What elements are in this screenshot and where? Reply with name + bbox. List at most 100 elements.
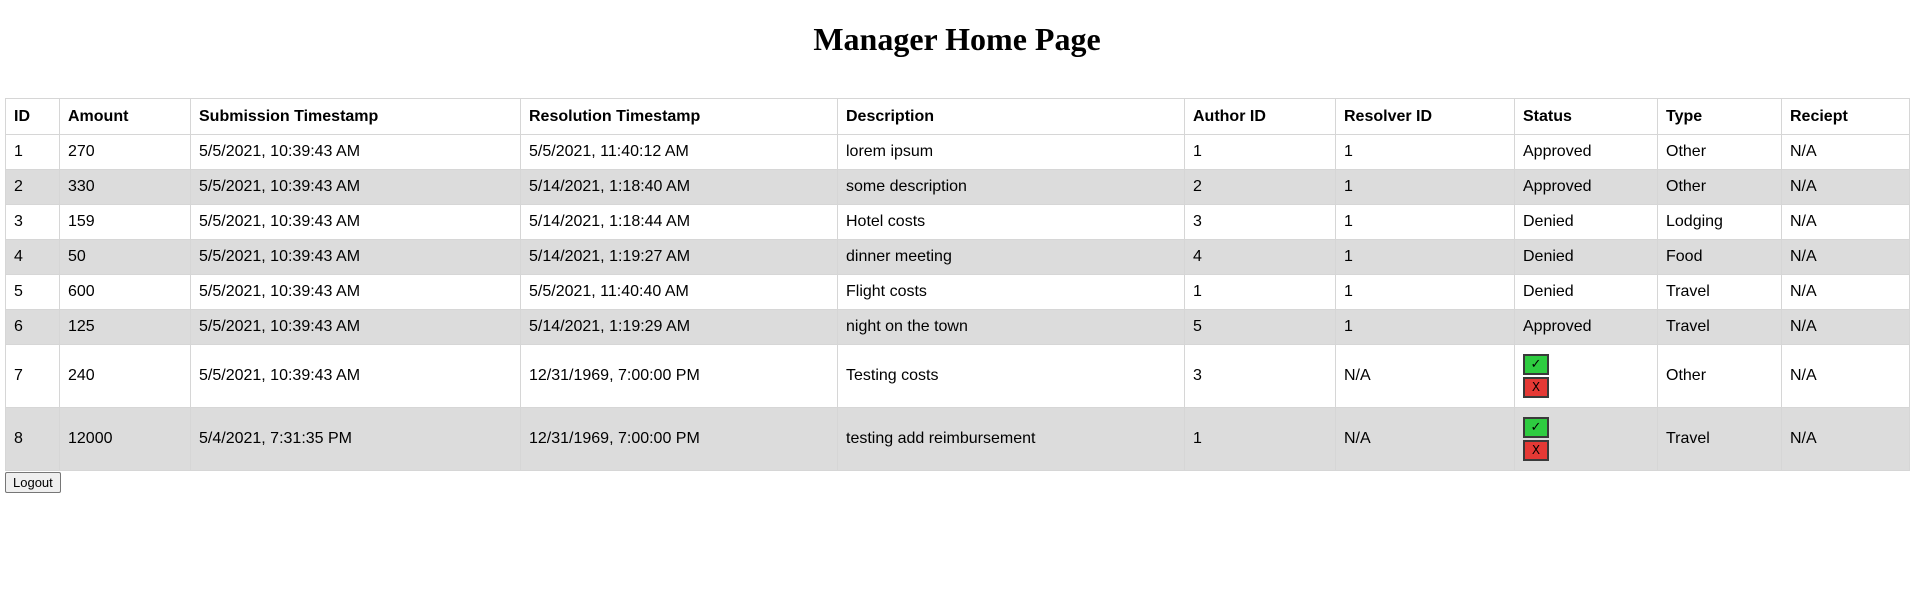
table-row: 5 600 5/5/2021, 10:39:43 AM 5/5/2021, 11… (5, 274, 1910, 310)
cell-status-actions: ✓ X (1514, 344, 1658, 408)
cell-type: Travel (1657, 309, 1782, 345)
cell-receipt: N/A (1781, 407, 1910, 471)
cell-resolved: 12/31/1969, 7:00:00 PM (520, 344, 838, 408)
cell-id: 5 (5, 274, 60, 310)
cell-status: Approved (1514, 134, 1658, 170)
cell-resolved: 12/31/1969, 7:00:00 PM (520, 407, 838, 471)
cell-receipt: N/A (1781, 204, 1910, 240)
deny-button[interactable]: X (1523, 377, 1549, 398)
cell-receipt: N/A (1781, 239, 1910, 275)
cell-status-actions: ✓ X (1514, 407, 1658, 471)
header-description: Description (837, 98, 1185, 135)
table-row: 3 159 5/5/2021, 10:39:43 AM 5/14/2021, 1… (5, 204, 1910, 240)
cell-author: 1 (1184, 274, 1336, 310)
cell-id: 7 (5, 344, 60, 408)
cell-type: Travel (1657, 274, 1782, 310)
cell-resolved: 5/14/2021, 1:19:27 AM (520, 239, 838, 275)
cell-submitted: 5/5/2021, 10:39:43 AM (190, 344, 521, 408)
cell-description: Flight costs (837, 274, 1185, 310)
cell-resolver: 1 (1335, 134, 1515, 170)
cell-status: Denied (1514, 239, 1658, 275)
header-resolution-timestamp: Resolution Timestamp (520, 98, 838, 135)
cell-description: some description (837, 169, 1185, 205)
cell-resolved: 5/14/2021, 1:18:44 AM (520, 204, 838, 240)
page-title: Manager Home Page (813, 21, 1101, 57)
cell-description: Hotel costs (837, 204, 1185, 240)
approve-button[interactable]: ✓ (1523, 417, 1549, 438)
cell-description: dinner meeting (837, 239, 1185, 275)
cell-resolved: 5/5/2021, 11:40:40 AM (520, 274, 838, 310)
table-row: 1 270 5/5/2021, 10:39:43 AM 5/5/2021, 11… (5, 134, 1910, 170)
cell-type: Other (1657, 344, 1782, 408)
table-header-row: ID Amount Submission Timestamp Resolutio… (5, 98, 1910, 135)
header-resolver-id: Resolver ID (1335, 98, 1515, 135)
cell-type: Other (1657, 169, 1782, 205)
cell-receipt: N/A (1781, 274, 1910, 310)
cell-description: testing add reimbursement (837, 407, 1185, 471)
cell-resolver: 1 (1335, 239, 1515, 275)
header-receipt: Reciept (1781, 98, 1910, 135)
cell-id: 3 (5, 204, 60, 240)
cell-author: 3 (1184, 204, 1336, 240)
cell-amount: 125 (59, 309, 191, 345)
table-row: 7 240 5/5/2021, 10:39:43 AM 12/31/1969, … (5, 344, 1910, 408)
approve-deny-actions: ✓ X (1523, 417, 1649, 461)
cell-receipt: N/A (1781, 344, 1910, 408)
table-row: 2 330 5/5/2021, 10:39:43 AM 5/14/2021, 1… (5, 169, 1910, 205)
deny-button[interactable]: X (1523, 440, 1549, 461)
cell-amount: 12000 (59, 407, 191, 471)
cell-submitted: 5/5/2021, 10:39:43 AM (190, 309, 521, 345)
reimbursement-table-container: ID Amount Submission Timestamp Resolutio… (5, 98, 1910, 471)
cell-amount: 270 (59, 134, 191, 170)
cell-amount: 240 (59, 344, 191, 408)
cell-id: 1 (5, 134, 60, 170)
cell-type: Food (1657, 239, 1782, 275)
cell-resolved: 5/14/2021, 1:18:40 AM (520, 169, 838, 205)
cell-receipt: N/A (1781, 309, 1910, 345)
cell-description: Testing costs (837, 344, 1185, 408)
header-id: ID (5, 98, 60, 135)
cell-resolver: 1 (1335, 274, 1515, 310)
cell-submitted: 5/4/2021, 7:31:35 PM (190, 407, 521, 471)
cell-submitted: 5/5/2021, 10:39:43 AM (190, 134, 521, 170)
cell-resolver: 1 (1335, 169, 1515, 205)
cell-amount: 159 (59, 204, 191, 240)
table-row: 6 125 5/5/2021, 10:39:43 AM 5/14/2021, 1… (5, 309, 1910, 345)
approve-deny-actions: ✓ X (1523, 354, 1649, 398)
cell-receipt: N/A (1781, 134, 1910, 170)
table-row: 4 50 5/5/2021, 10:39:43 AM 5/14/2021, 1:… (5, 239, 1910, 275)
cell-author: 2 (1184, 169, 1336, 205)
table-row: 8 12000 5/4/2021, 7:31:35 PM 12/31/1969,… (5, 407, 1910, 471)
cell-type: Travel (1657, 407, 1782, 471)
cell-status: Approved (1514, 309, 1658, 345)
cell-receipt: N/A (1781, 169, 1910, 205)
cell-id: 8 (5, 407, 60, 471)
cell-id: 2 (5, 169, 60, 205)
cell-id: 4 (5, 239, 60, 275)
cell-author: 1 (1184, 407, 1336, 471)
reimbursement-table: ID Amount Submission Timestamp Resolutio… (5, 98, 1910, 471)
header-amount: Amount (59, 98, 191, 135)
cell-type: Other (1657, 134, 1782, 170)
cell-description: night on the town (837, 309, 1185, 345)
cell-description: lorem ipsum (837, 134, 1185, 170)
cell-status: Denied (1514, 204, 1658, 240)
cell-amount: 330 (59, 169, 191, 205)
cell-resolver: 1 (1335, 204, 1515, 240)
cell-author: 1 (1184, 134, 1336, 170)
cell-author: 4 (1184, 239, 1336, 275)
logout-button[interactable]: Logout (5, 472, 61, 493)
cell-type: Lodging (1657, 204, 1782, 240)
header-type: Type (1657, 98, 1782, 135)
cell-resolver: N/A (1335, 344, 1515, 408)
cell-author: 3 (1184, 344, 1336, 408)
cell-resolved: 5/14/2021, 1:19:29 AM (520, 309, 838, 345)
approve-button[interactable]: ✓ (1523, 354, 1549, 375)
header-author-id: Author ID (1184, 98, 1336, 135)
cell-status: Denied (1514, 274, 1658, 310)
cell-id: 6 (5, 309, 60, 345)
cell-status: Approved (1514, 169, 1658, 205)
cell-submitted: 5/5/2021, 10:39:43 AM (190, 239, 521, 275)
cell-resolver: N/A (1335, 407, 1515, 471)
cell-resolved: 5/5/2021, 11:40:12 AM (520, 134, 838, 170)
